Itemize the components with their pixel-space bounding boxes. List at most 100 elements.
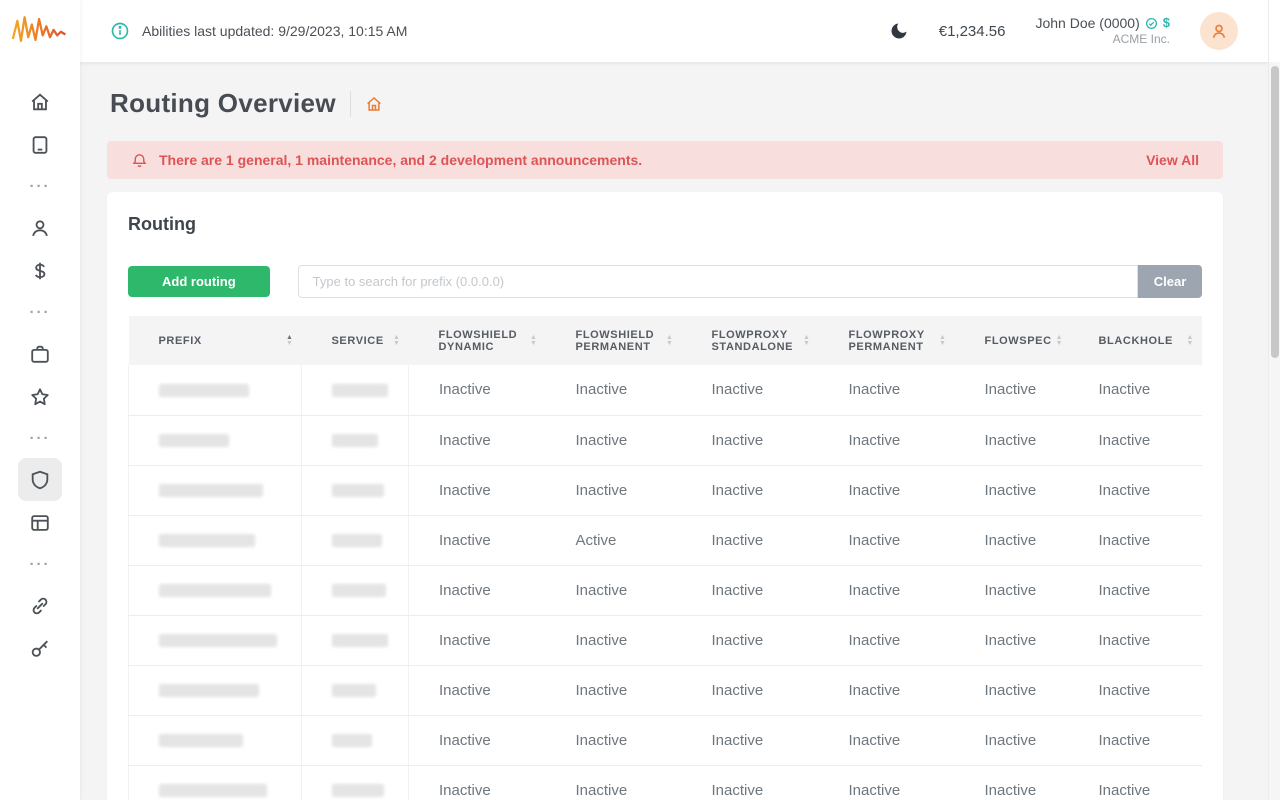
bell-icon [131, 152, 148, 169]
column-header-flowshield-dynamic[interactable]: FLOWSHIELD DYNAMIC▲▼ [409, 316, 546, 365]
ellipsis-separator: ··· [30, 166, 51, 206]
user-menu[interactable]: John Doe (0000) $ ACME Inc. [1035, 14, 1170, 48]
prefix-search-input[interactable] [298, 265, 1138, 298]
home-icon [29, 91, 51, 113]
status-cell: Active [546, 515, 682, 565]
table-row[interactable]: InactiveInactiveInactiveInactiveInactive… [129, 465, 1203, 515]
breadcrumb-home-link[interactable] [365, 95, 383, 113]
sort-carets-icon: ▲▼ [1056, 335, 1066, 347]
status-cell: Inactive [819, 715, 955, 765]
star-icon [29, 386, 51, 408]
redacted-service [332, 634, 388, 647]
book-icon [29, 134, 51, 156]
home-icon [365, 95, 383, 113]
table-row[interactable]: InactiveInactiveInactiveInactiveInactive… [129, 365, 1203, 415]
service-cell [302, 715, 409, 765]
sidebar-item-favorites[interactable] [18, 375, 62, 418]
app-root: ··· ··· ··· [0, 0, 1280, 800]
status-cell: Inactive [409, 365, 546, 415]
redacted-prefix [159, 384, 249, 397]
page-head: Routing Overview [110, 88, 1223, 119]
redacted-prefix [159, 584, 271, 597]
column-header-label: FLOWPROXY PERMANENT [849, 329, 935, 353]
sidebar-item-services[interactable] [18, 332, 62, 375]
sort-carets-icon: ▲▼ [286, 335, 296, 347]
user-icon [29, 217, 51, 239]
add-routing-button[interactable]: Add routing [128, 266, 270, 297]
table-row[interactable]: InactiveInactiveInactiveInactiveInactive… [129, 715, 1203, 765]
table-row[interactable]: InactiveInactiveInactiveInactiveInactive… [129, 765, 1203, 800]
scrollbar-thumb[interactable] [1271, 66, 1279, 358]
redacted-service [332, 534, 382, 547]
sidebar-item-billing[interactable] [18, 249, 62, 292]
avatar[interactable] [1200, 12, 1238, 50]
sidebar-item-docs[interactable] [18, 123, 62, 166]
sort-carets-icon: ▲▼ [666, 335, 676, 347]
sidebar-item-account[interactable] [18, 206, 62, 249]
status-cell: Inactive [682, 365, 819, 415]
column-header-service[interactable]: SERVICE▲▼ [302, 316, 409, 365]
redacted-prefix [159, 684, 259, 697]
ellipsis-separator: ··· [30, 544, 51, 584]
dark-mode-toggle[interactable] [889, 21, 909, 41]
table-row[interactable]: InactiveInactiveInactiveInactiveInactive… [129, 565, 1203, 615]
column-header-flowspec[interactable]: FLOWSPEC▲▼ [955, 316, 1069, 365]
status-cell: Inactive [546, 665, 682, 715]
routing-table: PREFIX▲▼SERVICE▲▼FLOWSHIELD DYNAMIC▲▼FLO… [128, 316, 1202, 800]
prefix-cell [129, 665, 302, 715]
prefix-cell [129, 565, 302, 615]
status-cell: Inactive [819, 765, 955, 800]
prefix-cell [129, 715, 302, 765]
status-cell: Inactive [1069, 465, 1203, 515]
column-header-flowproxy-permanent[interactable]: FLOWPROXY PERMANENT▲▼ [819, 316, 955, 365]
status-cell: Inactive [1069, 665, 1203, 715]
status-cell: Inactive [819, 415, 955, 465]
divider [350, 91, 351, 117]
redacted-service [332, 384, 388, 397]
sidebar-item-protection[interactable] [18, 458, 62, 501]
status-cell: Inactive [819, 365, 955, 415]
view-all-link[interactable]: View All [1146, 152, 1199, 168]
prefix-cell [129, 765, 302, 800]
column-header-blackhole[interactable]: BLACKHOLE▲▼ [1069, 316, 1203, 365]
sidebar-item-links[interactable] [18, 584, 62, 627]
status-cell: Inactive [682, 515, 819, 565]
account-balance: €1,234.56 [939, 23, 1006, 40]
table-row[interactable]: InactiveInactiveInactiveInactiveInactive… [129, 415, 1203, 465]
status-cell: Inactive [409, 665, 546, 715]
brand-logo[interactable] [11, 10, 69, 54]
moon-icon [889, 21, 909, 41]
sort-carets-icon: ▲▼ [393, 335, 403, 347]
redacted-service [332, 434, 378, 447]
sidebar-item-home[interactable] [18, 80, 62, 123]
prefix-cell [129, 365, 302, 415]
topbar: Abilities last updated: 9/29/2023, 10:15… [80, 0, 1268, 62]
redacted-prefix [159, 734, 243, 747]
ellipsis-separator: ··· [30, 418, 51, 458]
prefix-cell [129, 415, 302, 465]
table-row[interactable]: InactiveInactiveInactiveInactiveInactive… [129, 615, 1203, 665]
table-row[interactable]: InactiveActiveInactiveInactiveInactiveIn… [129, 515, 1203, 565]
status-cell: Inactive [955, 565, 1069, 615]
column-header-label: FLOWSHIELD PERMANENT [576, 329, 662, 353]
sidebar-item-keys[interactable] [18, 627, 62, 670]
status-cell: Inactive [1069, 515, 1203, 565]
status-cell: Inactive [1069, 365, 1203, 415]
status-cell: Inactive [409, 465, 546, 515]
sidebar-item-tables[interactable] [18, 501, 62, 544]
scrollbar-track[interactable] [1268, 0, 1280, 800]
column-header-flowshield-permanent[interactable]: FLOWSHIELD PERMANENT ▲▼ [546, 316, 682, 365]
column-header-flowproxy-standalone[interactable]: FLOWPROXY STANDALONE▲▼ [682, 316, 819, 365]
ellipsis-separator: ··· [30, 292, 51, 332]
page-title: Routing Overview [110, 88, 336, 119]
column-header-prefix[interactable]: PREFIX▲▼ [129, 316, 302, 365]
status-cell: Inactive [819, 615, 955, 665]
service-cell [302, 765, 409, 800]
dollar-badge-icon: $ [1163, 15, 1170, 32]
redacted-prefix [159, 784, 267, 797]
status-cell: Inactive [1069, 565, 1203, 615]
info-icon [110, 21, 130, 41]
redacted-service [332, 684, 376, 697]
clear-search-button[interactable]: Clear [1138, 265, 1202, 298]
table-row[interactable]: InactiveInactiveInactiveInactiveInactive… [129, 665, 1203, 715]
